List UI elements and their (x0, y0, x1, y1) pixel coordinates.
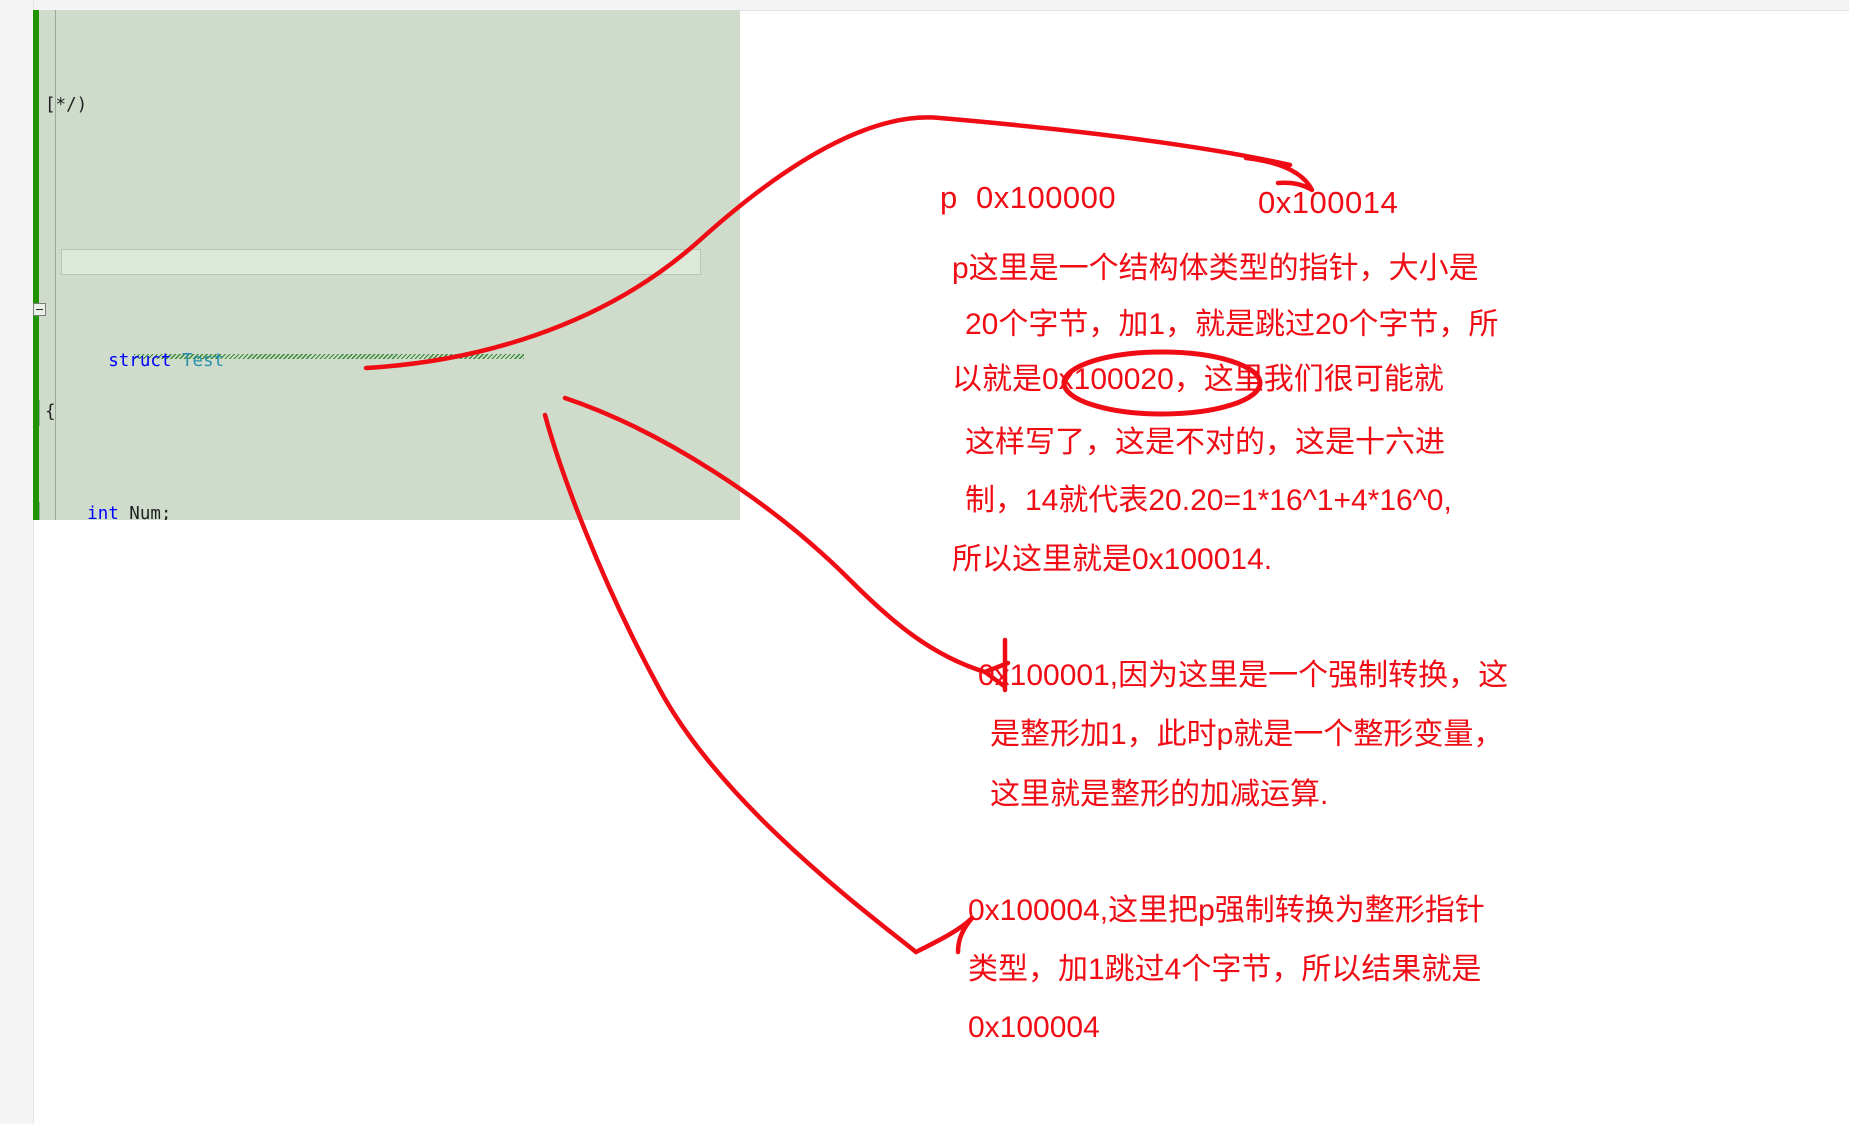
fold-guide (39, 502, 40, 520)
editor-left-gutter (0, 0, 34, 1124)
annotation-block-1-line-5: 制，14就代表20.20=1*16^1+4*16^0, (965, 484, 1452, 517)
annotation-block-3-line-1: 0x100004,这里把p强制转换为整形指针 (968, 894, 1485, 927)
result-value-label: 0x100014 (1258, 185, 1399, 220)
annotation-block-1-line-4: 这样写了，这是不对的，这是十六进 (965, 426, 1445, 459)
annotation-block-3-line-3: 0x100004 (968, 1011, 1100, 1044)
member-num: Num; (118, 504, 172, 520)
annotation-block-1-line-1: p这里是一个结构体类型的指针，大小是 (952, 252, 1479, 285)
keyword-struct: struct (108, 350, 172, 371)
code-line: struct Test (33, 298, 585, 371)
arrow-head-block3 (913, 915, 975, 955)
annotation-block-2-line-1: 0x100001,因为这里是一个强制转换，这 (978, 659, 1509, 692)
annotation-block-1-line-3: 以就是0x100020，这里我们很可能就 (952, 363, 1444, 396)
code-line-3: { (45, 401, 56, 422)
code-line: [*/) (45, 93, 585, 119)
annotation-block-2-line-3: 这里就是整形的加减运算. (990, 778, 1329, 811)
code-line: { (39, 399, 585, 426)
code-line-0: [*/) (45, 94, 88, 115)
annotation-block-3-line-2: 类型，加1跳过4个字节，所以结果就是 (968, 953, 1482, 986)
type-name-test: Test (181, 350, 225, 371)
annotation-block-1-line-2: 20个字节，加1，就是跳过20个字节，所 (965, 308, 1499, 341)
code-text[interactable]: [*/) struct Test { int Num; char* pcName… (33, 16, 585, 520)
code-line: int Num; (39, 502, 585, 520)
annotation-block-2-line-2: 是整形加1，此时p就是一个整形变量， (990, 718, 1504, 751)
annotation-block-1-line-6: 所以这里就是0x100014. (952, 543, 1273, 576)
fold-guide (39, 399, 40, 426)
keyword-int: int (87, 504, 119, 520)
code-editor-panel[interactable]: [*/) struct Test { int Num; char* pcName… (33, 10, 740, 520)
change-bar (33, 10, 39, 520)
fold-toggle-struct[interactable] (33, 302, 46, 316)
pointer-value-label: p 0x100000 (940, 180, 1117, 215)
